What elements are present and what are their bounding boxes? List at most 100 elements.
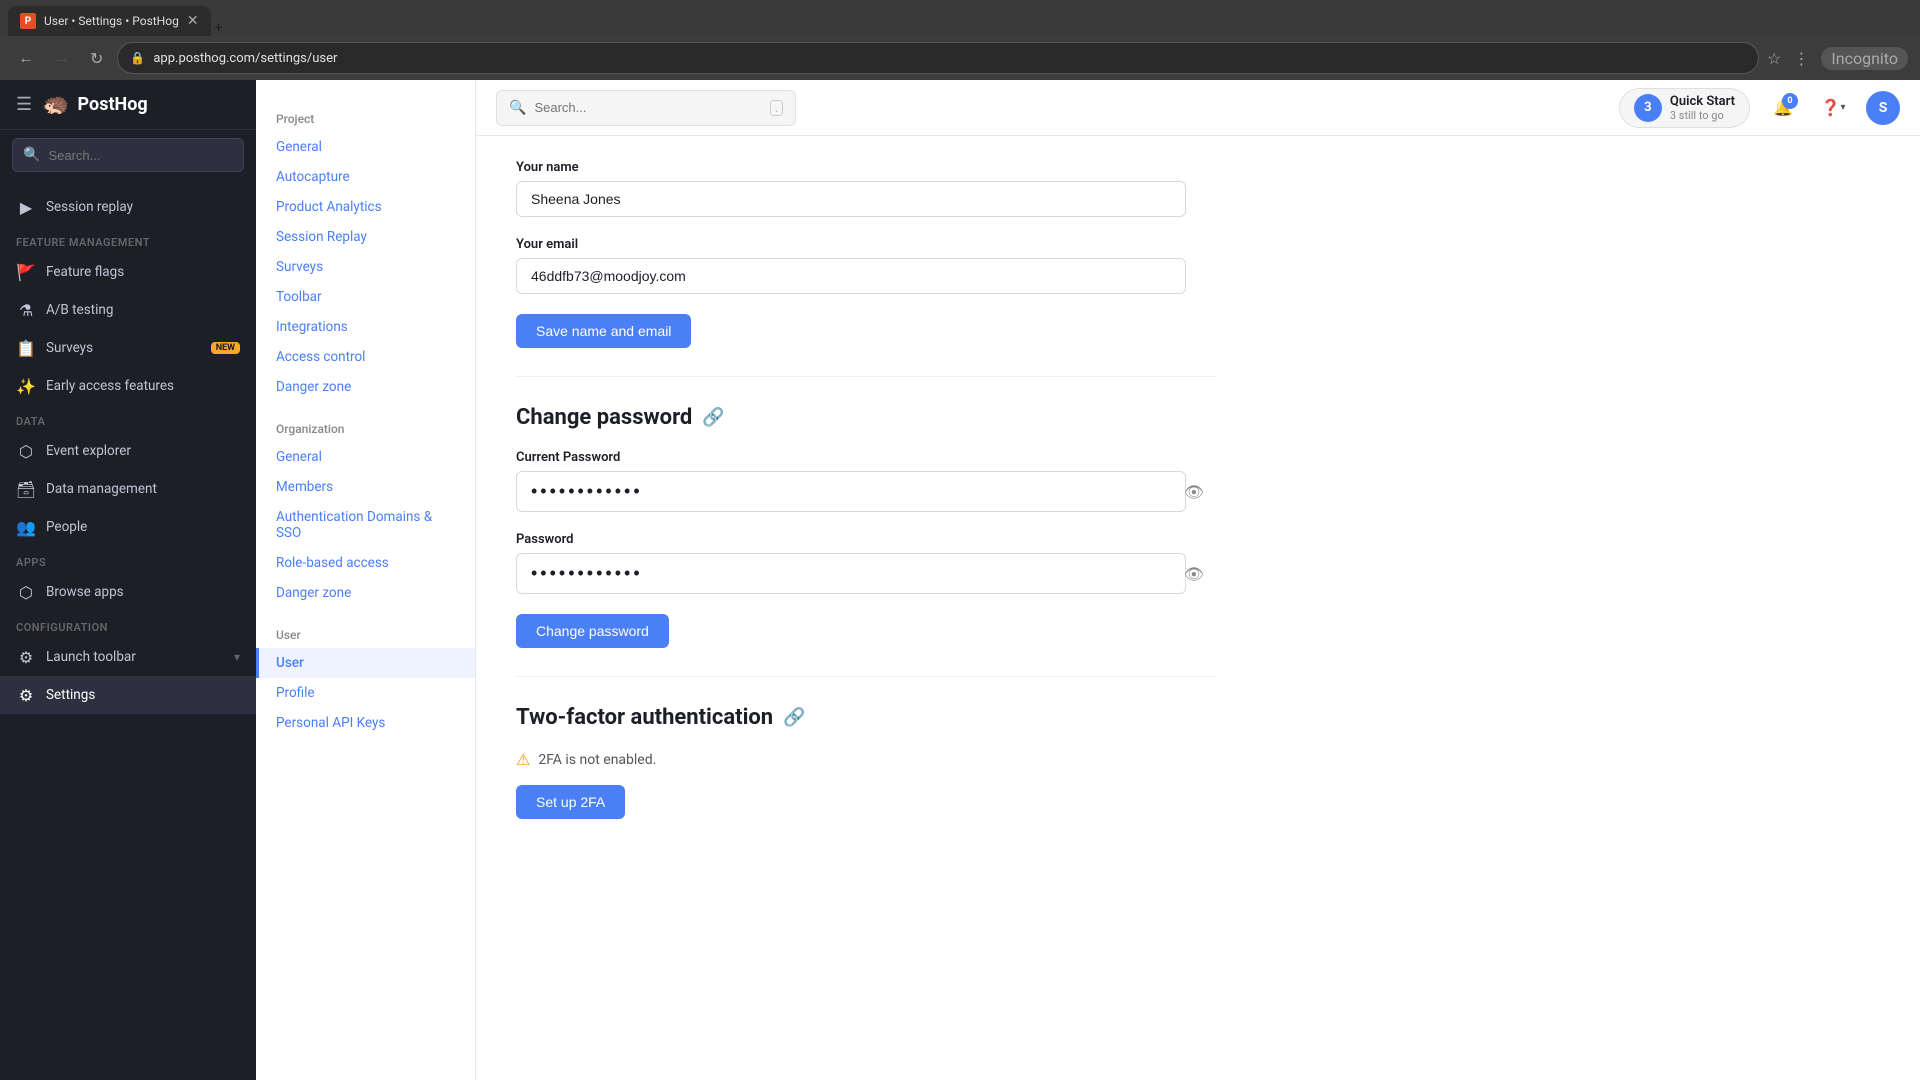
your-email-label: Your email [516,237,1216,252]
feature-flags-icon: 🚩 [16,262,36,282]
project-group-label: Project [256,100,475,132]
surveys-icon: 📋 [16,338,36,358]
divider-2 [516,676,1216,677]
main-content: Your name Your email Save name and email [476,136,1920,1080]
change-password-title: Change password 🔗 [516,405,1216,430]
settings-nav-surveys[interactable]: Surveys [256,252,475,282]
new-tab-button[interactable]: + [215,20,223,36]
forward-button[interactable]: → [48,44,76,72]
user-avatar[interactable]: S [1866,91,1900,125]
two-factor-warning-row: ⚠ 2FA is not enabled. [516,750,1216,769]
search-input[interactable] [534,100,761,115]
sidebar-item-settings[interactable]: ⚙ Settings [0,676,256,714]
data-section-label: DATA [0,405,256,432]
topbar-right: 3 Quick Start 3 still to go 🔔 0 ❓▾ S [1619,88,1900,128]
sidebar-item-label: Launch toolbar [46,649,224,665]
data-management-icon: 🗃 [16,479,36,499]
browse-apps-icon: ⬡ [16,582,36,602]
posthog-logo: 🦔 PostHog [42,92,148,117]
star-icon[interactable]: ☆ [1767,49,1781,68]
settings-nav-personal-api-keys[interactable]: Personal API Keys [256,708,475,738]
settings-nav-members[interactable]: Members [256,472,475,502]
sidebar-item-people[interactable]: 👥 People [0,508,256,546]
sidebar-header: ☰ 🦔 PostHog [0,80,256,130]
sidebar-item-browse-apps[interactable]: ⬡ Browse apps [0,573,256,611]
sidebar-item-data-management[interactable]: 🗃 Data management [0,470,256,508]
sidebar: ☰ 🦔 PostHog 🔍 ▶ Session replay FEATURE M… [0,80,256,1080]
your-email-input[interactable] [516,258,1186,294]
new-password-label: Password [516,532,1216,547]
change-password-button[interactable]: Change password [516,614,669,648]
search-shortcut: . [770,100,783,116]
settings-nav-session-replay[interactable]: Session Replay [256,222,475,252]
sidebar-search-box[interactable]: 🔍 [12,138,244,172]
settings-nav-product-analytics[interactable]: Product Analytics [256,192,475,222]
settings-nav: Project General Autocapture Product Anal… [256,80,476,1080]
user-section: User User Profile Personal API Keys [256,612,475,742]
current-password-input[interactable] [516,471,1186,512]
help-button[interactable]: ❓▾ [1816,91,1850,125]
url-text: app.posthog.com/settings/user [153,51,1746,66]
settings-nav-access-control[interactable]: Access control [256,342,475,372]
logo-text: PostHog [78,94,148,115]
settings-nav-general-project[interactable]: General [256,132,475,162]
new-password-input[interactable] [516,553,1186,594]
project-section: Project General Autocapture Product Anal… [256,96,475,406]
launch-toolbar-icon: ⚙ [16,647,36,667]
settings-icon: ⚙ [16,685,36,705]
sidebar-item-early-access[interactable]: ✨ Early access features [0,367,256,405]
settings-nav-danger-zone-project[interactable]: Danger zone [256,372,475,402]
tab-title: User • Settings • PostHog [44,14,179,28]
early-access-icon: ✨ [16,376,36,396]
sidebar-item-surveys[interactable]: 📋 Surveys NEW [0,329,256,367]
quickstart-title: Quick Start [1670,94,1735,109]
settings-nav-general-org[interactable]: General [256,442,475,472]
sidebar-search-icon: 🔍 [23,147,40,163]
sidebar-item-session-replay[interactable]: ▶ Session replay [0,188,256,226]
quick-start-button[interactable]: 3 Quick Start 3 still to go [1619,88,1750,128]
back-button[interactable]: ← [12,44,40,72]
surveys-new-badge: NEW [211,342,240,354]
sidebar-item-label: Feature flags [46,264,240,280]
settings-nav-danger-zone-org[interactable]: Danger zone [256,578,475,608]
save-name-email-button[interactable]: Save name and email [516,314,691,348]
apps-section-label: APPS [0,546,256,573]
your-name-label: Your name [516,160,1216,175]
sidebar-item-event-explorer[interactable]: ⬡ Event explorer [0,432,256,470]
notifications-button[interactable]: 🔔 0 [1766,91,1800,125]
current-password-label: Current Password [516,450,1216,465]
sidebar-item-feature-flags[interactable]: 🚩 Feature flags [0,253,256,291]
sidebar-item-label: A/B testing [46,302,240,318]
settings-nav-profile[interactable]: Profile [256,678,475,708]
tab-close-button[interactable]: ✕ [187,13,199,29]
settings-nav-toolbar[interactable]: Toolbar [256,282,475,312]
session-replay-icon: ▶ [16,197,36,217]
settings-nav-auth-domains[interactable]: Authentication Domains & SSO [256,502,475,548]
tab-favicon: P [20,13,36,29]
new-password-toggle-icon[interactable]: 👁 [1184,564,1204,583]
settings-nav-integrations[interactable]: Integrations [256,312,475,342]
settings-nav-role-based-access[interactable]: Role-based access [256,548,475,578]
current-password-toggle-icon[interactable]: 👁 [1184,482,1204,501]
active-tab[interactable]: P User • Settings • PostHog ✕ [8,6,211,36]
change-password-link-icon[interactable]: 🔗 [702,407,724,428]
setup-2fa-button[interactable]: Set up 2FA [516,785,625,819]
sidebar-toggle-icon[interactable]: ☰ [16,94,32,115]
your-email-group: Your email [516,237,1216,294]
configuration-section-label: CONFIGURATION [0,611,256,638]
quickstart-text: Quick Start 3 still to go [1670,94,1735,122]
two-factor-warning-text: 2FA is not enabled. [538,752,656,768]
settings-nav-user[interactable]: User [256,648,475,678]
change-password-btn-group: Change password [516,614,1216,648]
sidebar-item-launch-toolbar[interactable]: ⚙ Launch toolbar ▾ [0,638,256,676]
reload-button[interactable]: ↻ [84,45,109,72]
your-name-input[interactable] [516,181,1186,217]
two-factor-link-icon[interactable]: 🔗 [783,707,805,728]
sidebar-item-ab-testing[interactable]: ⚗ A/B testing [0,291,256,329]
divider-1 [516,376,1216,377]
settings-nav-autocapture[interactable]: Autocapture [256,162,475,192]
address-bar[interactable]: 🔒 app.posthog.com/settings/user [117,42,1759,74]
sidebar-search-input[interactable] [48,148,233,163]
browser-menu-icon[interactable]: ⋮ [1793,49,1809,68]
topbar-search[interactable]: 🔍 . [496,90,796,126]
